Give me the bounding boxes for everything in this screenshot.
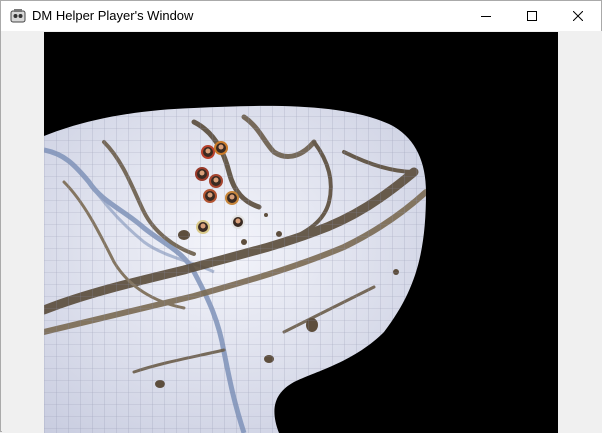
close-icon <box>573 11 583 21</box>
maximize-icon <box>527 11 537 21</box>
token-5[interactable] <box>225 191 239 205</box>
close-button[interactable] <box>555 1 601 31</box>
maximize-button[interactable] <box>509 1 555 31</box>
title-bar[interactable]: DM Helper Player's Window <box>1 1 601 31</box>
battle-map[interactable] <box>44 32 558 433</box>
minimize-icon <box>481 16 491 17</box>
token-6[interactable] <box>196 220 210 234</box>
token-1[interactable] <box>201 145 215 159</box>
token-2[interactable] <box>214 141 228 155</box>
player-window: DM Helper Player's Window <box>0 0 602 433</box>
token-8[interactable] <box>209 174 223 188</box>
token-3[interactable] <box>195 167 209 181</box>
minimize-button[interactable] <box>463 1 509 31</box>
window-title: DM Helper Player's Window <box>32 8 194 23</box>
app-icon <box>10 8 26 24</box>
map-viewport[interactable] <box>44 32 558 433</box>
token-4[interactable] <box>203 189 217 203</box>
token-7[interactable] <box>231 215 245 229</box>
